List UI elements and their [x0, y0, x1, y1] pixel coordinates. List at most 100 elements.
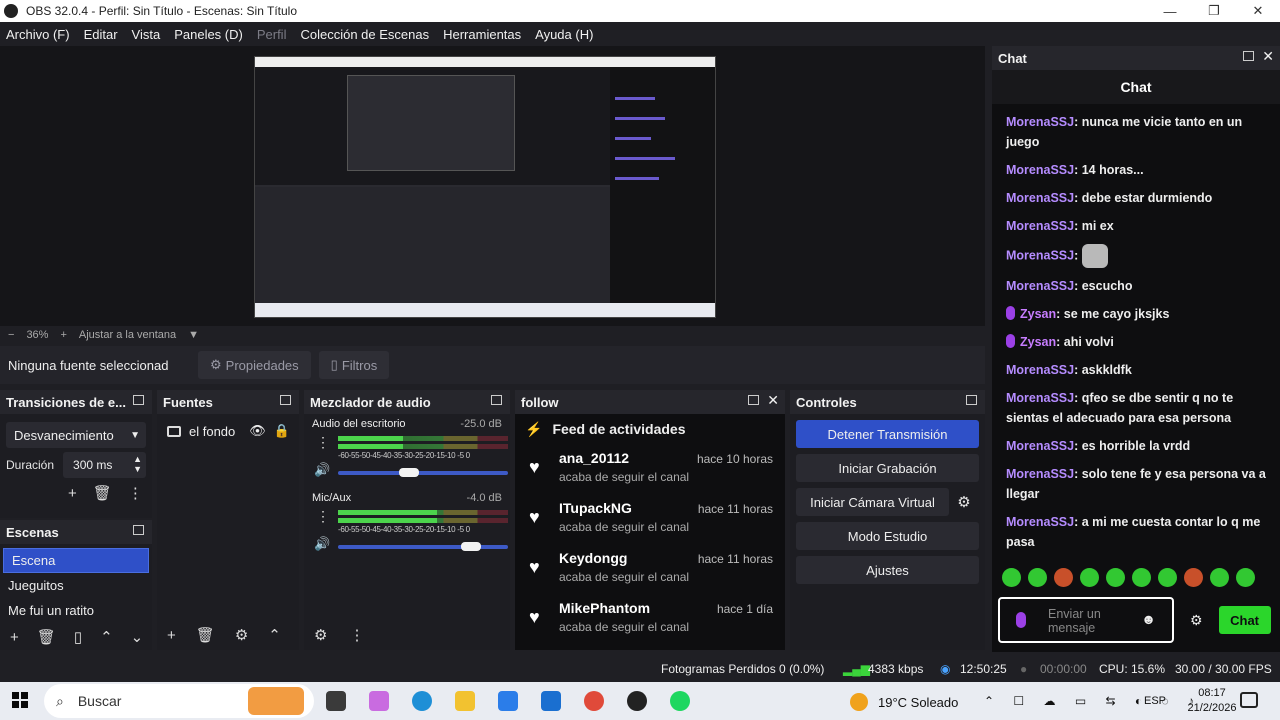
close-dock-icon[interactable]: ✕ [767, 392, 779, 409]
source-up-icon[interactable]: ⌃ [268, 626, 281, 644]
chat-user[interactable]: MorenaSSJ [1006, 115, 1074, 129]
close-button[interactable]: ✕ [1236, 0, 1280, 22]
chat-user[interactable]: Zysan [1020, 307, 1056, 321]
float-dock-icon[interactable] [133, 395, 144, 405]
mixer-menu-icon[interactable]: ⋮ [349, 626, 364, 644]
mixer-settings-icon[interactable]: ⚙ [314, 626, 327, 644]
float-dock-icon[interactable] [1243, 51, 1254, 61]
slider-handle[interactable] [399, 468, 420, 477]
move-down-icon[interactable]: ⌄ [131, 628, 144, 646]
chat-user[interactable]: MorenaSSJ [1006, 279, 1074, 293]
emote-icon[interactable] [1106, 568, 1125, 587]
close-dock-icon[interactable]: ✕ [1262, 48, 1274, 65]
speaker-icon[interactable]: 🔊 [314, 536, 330, 552]
emote-icon[interactable] [1080, 568, 1099, 587]
emoji-icon[interactable]: ☻ [1141, 611, 1156, 627]
source-gear-icon[interactable]: ⚙ [235, 626, 248, 644]
menu-file[interactable]: Archivo (F) [6, 27, 70, 42]
transition-select[interactable]: Desvanecimiento ▼ [6, 422, 146, 448]
scene-item-jueguitos[interactable]: Jueguitos [0, 573, 152, 598]
studio-mode-button[interactable]: Modo Estudio [796, 522, 979, 550]
weather-widget[interactable]: 19°C Soleado [850, 693, 958, 711]
float-dock-icon[interactable] [280, 395, 291, 405]
chat-user[interactable]: MorenaSSJ [1006, 515, 1074, 529]
chat-user[interactable]: MorenaSSJ [1006, 391, 1074, 405]
chat-user[interactable]: MorenaSSJ [1006, 467, 1074, 481]
add-scene-icon[interactable]: + [10, 629, 19, 646]
chat-user[interactable]: MorenaSSJ [1006, 163, 1074, 177]
volume-slider[interactable] [338, 468, 508, 477]
remove-transition-icon[interactable]: 🗑 [93, 484, 112, 502]
minimize-button[interactable]: — [1148, 0, 1192, 22]
maximize-button[interactable]: ❐ [1192, 0, 1236, 22]
duration-stepper[interactable]: 300 ms ▲ ▼ [63, 452, 146, 478]
emote-icon[interactable] [1002, 568, 1021, 587]
feed-item[interactable]: ♥ Keydongg hace 11 horas acaba de seguir… [515, 544, 785, 594]
stop-stream-button[interactable]: Detener Transmisión [796, 420, 979, 448]
speaker-icon[interactable]: 🔊 [314, 462, 330, 478]
scene-item-escena[interactable]: Escena [3, 548, 149, 573]
remove-scene-icon[interactable]: 🗑 [37, 628, 56, 646]
copilot-icon[interactable] [369, 691, 389, 711]
language-indicator[interactable]: ESP [1144, 695, 1166, 707]
zoom-in-button[interactable]: + [60, 329, 66, 341]
move-up-icon[interactable]: ⌃ [100, 628, 113, 646]
stepper-arrows-icon[interactable]: ▲ ▼ [133, 454, 142, 474]
menu-tools[interactable]: Herramientas [443, 27, 521, 42]
emote-icon[interactable] [1236, 568, 1255, 587]
store-icon[interactable] [498, 691, 518, 711]
spotify-icon[interactable] [670, 691, 690, 711]
chat-user[interactable]: MorenaSSJ [1006, 248, 1074, 262]
feed-item[interactable]: ♥ ITupackNG hace 11 horas acaba de segui… [515, 494, 785, 544]
properties-button[interactable]: ⚙ Propiedades [198, 351, 311, 379]
preview-canvas[interactable] [0, 46, 985, 326]
feed-item[interactable]: ♥ MikePhantom hace 1 día acaba de seguir… [515, 594, 785, 644]
add-transition-icon[interactable]: + [68, 485, 77, 502]
channel-menu-icon[interactable]: ⋮ [316, 508, 330, 525]
lock-icon[interactable]: 🔒 [274, 423, 290, 439]
chat-user[interactable]: MorenaSSJ [1006, 219, 1074, 233]
remove-source-icon[interactable]: 🗑 [196, 626, 215, 644]
chat-user[interactable]: MorenaSSJ [1006, 363, 1074, 377]
windows-start-icon[interactable] [12, 692, 28, 708]
chat-input[interactable]: Enviar un mensaje ☻ [998, 597, 1174, 643]
chrome-icon[interactable] [584, 691, 604, 711]
menu-view[interactable]: Vista [132, 27, 161, 42]
add-source-icon[interactable]: + [167, 627, 176, 644]
feed-item[interactable]: ♥ ana_20112 hace 10 horas acaba de segui… [515, 444, 785, 494]
chat-user[interactable]: MorenaSSJ [1006, 439, 1074, 453]
eye-icon[interactable]: 👁 [249, 423, 266, 439]
taskbar-clock[interactable]: 08:17 21/2/2026 [1186, 686, 1238, 716]
chat-settings-icon[interactable]: ⚙ [1190, 612, 1203, 629]
emote-icon[interactable] [1028, 568, 1047, 587]
menu-help[interactable]: Ayuda (H) [535, 27, 593, 42]
obs-taskbar-icon[interactable] [627, 691, 647, 711]
float-dock-icon[interactable] [966, 395, 977, 405]
slider-handle[interactable] [460, 542, 481, 551]
chat-send-button[interactable]: Chat [1218, 606, 1271, 634]
notifications-icon[interactable] [1240, 692, 1258, 708]
start-recording-button[interactable]: Iniciar Grabación [796, 454, 979, 482]
emote-icon[interactable] [1158, 568, 1177, 587]
filters-button[interactable]: ▯ Filtros [318, 351, 390, 379]
emote-icon[interactable] [1132, 568, 1151, 587]
emote-icon[interactable] [1184, 568, 1203, 587]
system-tray-icons[interactable]: ⌃ ☐ ☁ ▭ ⇆ ◐ ◌ ♪ [984, 694, 1202, 708]
channel-menu-icon[interactable]: ⋮ [316, 434, 330, 451]
virtual-camera-gear-icon[interactable]: ⚙ [949, 493, 979, 511]
menu-docks[interactable]: Paneles (D) [174, 27, 243, 42]
emote-icon[interactable] [1054, 568, 1073, 587]
scene-filters-icon[interactable]: ▯ [74, 628, 82, 646]
zoom-out-button[interactable]: − [8, 329, 14, 341]
chat-user[interactable]: MorenaSSJ [1006, 191, 1074, 205]
float-dock-icon[interactable] [748, 395, 759, 405]
chat-user[interactable]: Zysan [1020, 335, 1056, 349]
zoom-dropdown-icon[interactable]: ▼ [188, 329, 199, 341]
float-dock-icon[interactable] [133, 525, 144, 535]
file-explorer-icon[interactable] [455, 691, 475, 711]
transition-menu-icon[interactable]: ⋮ [128, 484, 143, 502]
taskbar-search[interactable]: ⌕ Buscar [44, 684, 314, 718]
float-dock-icon[interactable] [491, 395, 502, 405]
virtual-camera-button[interactable]: Iniciar Cámara Virtual [796, 488, 949, 516]
emote-icon[interactable] [1210, 568, 1229, 587]
